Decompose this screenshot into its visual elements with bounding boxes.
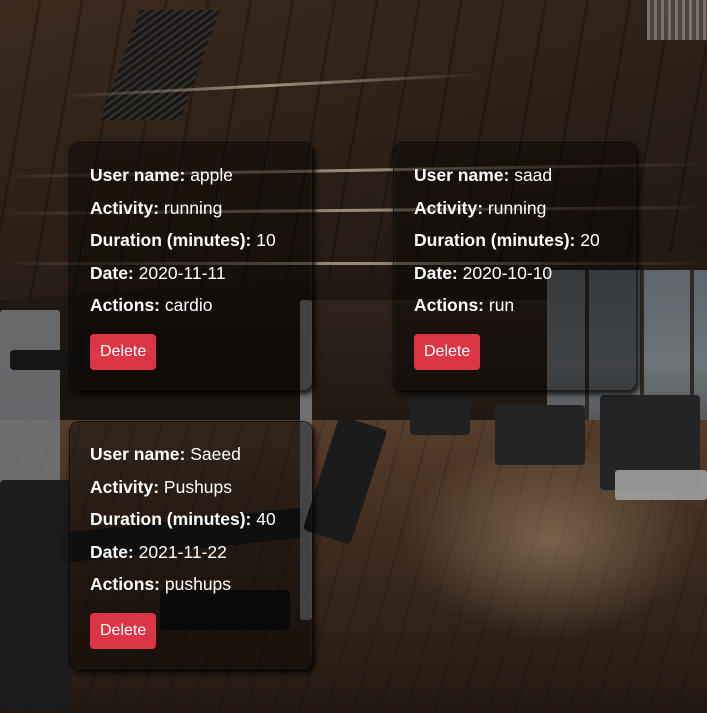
date-value: 2020-11-11 [138, 262, 226, 283]
date-label: Date: [90, 262, 134, 283]
duration-row: Duration (minutes): 20 [414, 224, 616, 257]
actions-label: Actions: [90, 295, 160, 316]
actions-value: run [488, 295, 515, 316]
delete-button[interactable]: Delete [90, 334, 157, 370]
actions-row: Actions: pushups [90, 568, 292, 601]
date-value: 2020-10-10 [462, 262, 553, 283]
duration-label: Duration (minutes): [90, 230, 252, 251]
user-name-value: apple [190, 165, 234, 185]
delete-button[interactable]: Delete [414, 334, 481, 370]
duration-row: Duration (minutes): 10 [90, 224, 292, 257]
activity-row: Activity: Pushups [90, 471, 292, 504]
activity-value: running [163, 197, 223, 218]
user-name-row: User name: Saeed [90, 438, 292, 471]
actions-value: cardio [164, 295, 213, 316]
user-name-value: Saeed [190, 444, 241, 464]
activity-row: Activity: running [414, 192, 616, 225]
activity-value: Pushups [163, 476, 233, 497]
actions-label: Actions: [90, 574, 160, 595]
user-name-value: saad [514, 165, 553, 185]
user-name-row: User name: saad [414, 159, 616, 192]
actions-label: Actions: [414, 295, 484, 316]
exercise-card: User name: apple Activity: running Durat… [69, 142, 313, 391]
exercise-card: User name: saad Activity: running Durati… [393, 142, 637, 391]
date-label: Date: [414, 262, 458, 283]
duration-label: Duration (minutes): [414, 230, 576, 251]
actions-row: Actions: run [414, 289, 616, 322]
date-row: Date: 2020-11-11 [90, 257, 292, 290]
actions-row: Actions: cardio [90, 289, 292, 322]
date-label: Date: [90, 541, 134, 562]
duration-row: Duration (minutes): 40 [90, 503, 292, 536]
activity-value: running [487, 197, 547, 218]
date-row: Date: 2020-10-10 [414, 257, 616, 290]
activity-label: Activity: [90, 476, 160, 497]
activity-label: Activity: [414, 197, 484, 218]
date-row: Date: 2021-11-22 [90, 536, 292, 569]
duration-value: 20 [580, 230, 600, 251]
exercise-card: User name: Saeed Activity: Pushups Durat… [69, 421, 313, 670]
user-name-label: User name: [90, 165, 186, 185]
duration-label: Duration (minutes): [90, 509, 252, 530]
activity-row: Activity: running [90, 192, 292, 225]
activity-label: Activity: [90, 197, 160, 218]
user-name-label: User name: [90, 444, 186, 464]
actions-value: pushups [164, 574, 232, 595]
duration-value: 10 [256, 230, 276, 251]
user-name-row: User name: apple [90, 159, 292, 192]
delete-button[interactable]: Delete [90, 613, 157, 649]
duration-value: 40 [256, 509, 276, 530]
user-name-label: User name: [414, 165, 510, 185]
date-value: 2021-11-22 [138, 541, 227, 562]
